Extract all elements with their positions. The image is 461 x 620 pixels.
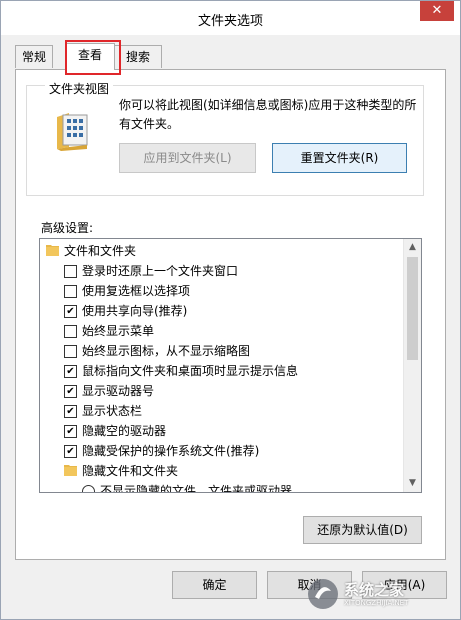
- tree-item-label: 文件和文件夹: [64, 244, 137, 258]
- title-bar: 文件夹选项 ✕: [1, 1, 460, 35]
- checkbox-checked[interactable]: ✔: [64, 405, 77, 418]
- scroll-up-icon[interactable]: ▲: [404, 239, 421, 256]
- tab-highlight-box: [65, 40, 121, 75]
- folder-icon: [64, 465, 77, 476]
- tree-option-row[interactable]: ✔ 显示状态栏: [40, 401, 404, 421]
- checkbox-checked[interactable]: ✔: [64, 425, 77, 438]
- folder-view-icon: [57, 113, 88, 151]
- tree-option-row[interactable]: ✔ 隐藏空的驱动器: [40, 421, 404, 441]
- advanced-settings-tree: 文件和文件夹登录时还原上一个文件夹窗口 使用复选框以选择项 ✔ 使用共享向导(推荐) 始…: [39, 238, 422, 493]
- tree-option-row[interactable]: 登录时还原上一个文件夹窗口: [40, 261, 404, 281]
- checkbox-unchecked[interactable]: [64, 345, 77, 358]
- tree-item-label: 使用共享向导(推荐): [82, 304, 188, 318]
- apply-to-folders-button[interactable]: 应用到文件夹(L): [119, 143, 256, 173]
- checkbox-checked[interactable]: ✔: [64, 385, 77, 398]
- watermark-logo: 系统之家 XITONGZHIJIA.NET: [306, 577, 456, 613]
- tree-item-label: 始终显示菜单: [82, 324, 155, 338]
- tree-item-label: 使用复选框以选择项: [82, 284, 191, 298]
- close-button[interactable]: ✕: [420, 1, 454, 21]
- tab-general[interactable]: 常规: [15, 45, 53, 68]
- tree-option-row[interactable]: 不显示隐藏的文件、文件夹或驱动器: [40, 481, 404, 493]
- tree-folder-row: 隐藏文件和文件夹: [40, 461, 404, 481]
- scroll-down-icon[interactable]: ▼: [404, 475, 421, 492]
- tree-item-label: 不显示隐藏的文件、文件夹或驱动器: [100, 484, 293, 493]
- tree-item-label: 登录时还原上一个文件夹窗口: [82, 264, 239, 278]
- folder-view-caption: 文件夹视图: [45, 80, 114, 97]
- checkbox-unchecked[interactable]: [64, 265, 77, 278]
- tree-option-row[interactable]: ✔ 鼠标指向文件夹和桌面项时显示提示信息: [40, 361, 404, 381]
- checkbox-checked[interactable]: ✔: [64, 365, 77, 378]
- checkbox-checked[interactable]: ✔: [64, 445, 77, 458]
- folder-view-description: 你可以将此视图(如详细信息或图标)应用于这种类型的所有文件夹。: [119, 98, 417, 131]
- tree-option-row[interactable]: 始终显示菜单: [40, 321, 404, 341]
- folder-options-dialog: 文件夹选项 ✕ 常规 查看 搜索 文件夹视图 你可以将此视图(如详细信息或图标)…: [0, 0, 461, 620]
- tree-item-label: 隐藏受保护的操作系统文件(推荐): [82, 444, 260, 458]
- tree-option-row[interactable]: 使用复选框以选择项: [40, 281, 404, 301]
- checkbox-unchecked[interactable]: [64, 285, 77, 298]
- reset-folders-button[interactable]: 重置文件夹(R): [272, 143, 407, 173]
- tree-folder-row: 文件和文件夹: [40, 241, 404, 261]
- tree-item-label: 显示驱动器号: [82, 384, 155, 398]
- restore-defaults-button[interactable]: 还原为默认值(D): [303, 516, 422, 544]
- window-title: 文件夹选项: [197, 14, 263, 29]
- watermark-icon: [308, 579, 338, 609]
- ok-button[interactable]: 确定: [172, 571, 257, 599]
- close-icon: ✕: [431, 3, 443, 18]
- scroll-thumb[interactable]: [407, 257, 418, 360]
- tree-item-label: 始终显示图标，从不显示缩略图: [82, 344, 251, 358]
- checkbox-checked[interactable]: ✔: [64, 305, 77, 318]
- tree-scrollbar[interactable]: ▲ ▼: [403, 239, 421, 492]
- tree-option-row[interactable]: ✔ 显示驱动器号: [40, 381, 404, 401]
- folder-icon: [46, 245, 59, 256]
- tab-search[interactable]: 搜索: [114, 45, 162, 68]
- watermark-url: XITONGZHIJIA.NET: [344, 599, 409, 607]
- tree-item-label: 鼠标指向文件夹和桌面项时显示提示信息: [82, 364, 299, 378]
- tree-item-label: 显示状态栏: [82, 404, 143, 418]
- tree-item-label: 隐藏空的驱动器: [82, 424, 167, 438]
- tree-option-row[interactable]: ✔ 隐藏受保护的操作系统文件(推荐): [40, 441, 404, 461]
- tree-option-row[interactable]: 始终显示图标，从不显示缩略图: [40, 341, 404, 361]
- checkbox-unchecked[interactable]: [64, 325, 77, 338]
- advanced-settings-label: 高级设置:: [41, 221, 94, 235]
- tree-item-label: 隐藏文件和文件夹: [82, 464, 179, 478]
- watermark-brand: 系统之家: [344, 581, 405, 599]
- tree-option-row[interactable]: ✔ 使用共享向导(推荐): [40, 301, 404, 321]
- radio-button[interactable]: [82, 485, 95, 492]
